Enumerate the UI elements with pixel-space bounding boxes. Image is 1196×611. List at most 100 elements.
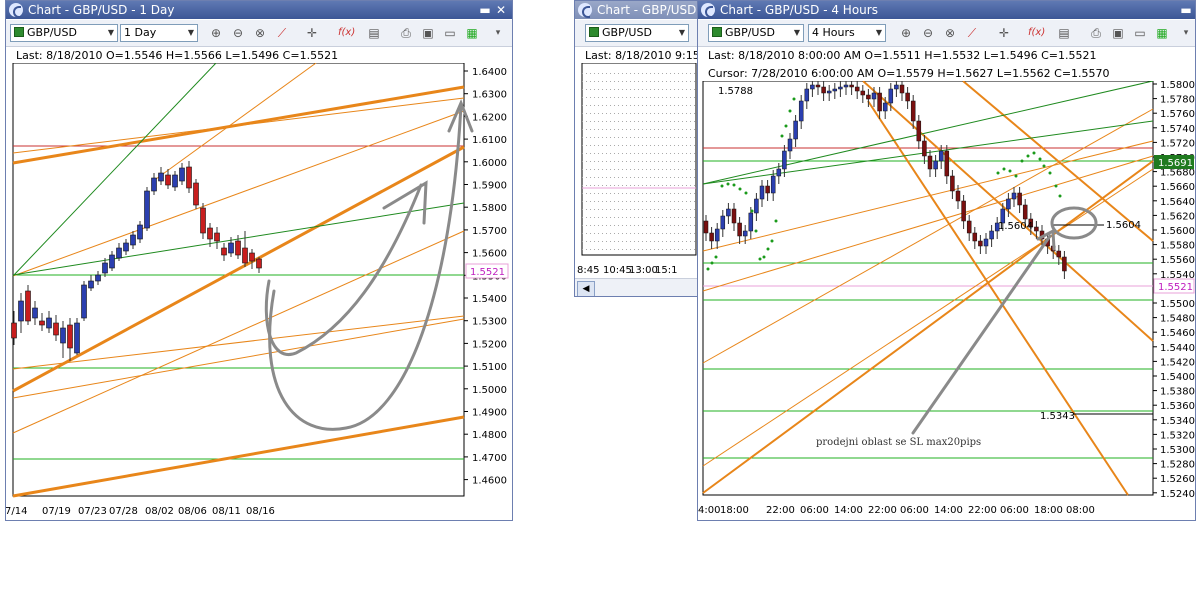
print-icon[interactable]: ⎙ [398,26,414,40]
grid-dot [658,201,659,202]
grid-dot [606,249,607,250]
window-titlebar[interactable]: Chart - GBP/USD [575,1,697,19]
y-tick-label: 1.5440 [1160,343,1195,354]
timeframe-select[interactable]: 1 Day ▼ [120,24,198,42]
grid-dot [614,81,615,82]
x-tick-label: 10:45 [603,265,632,276]
scroll-left-icon[interactable]: ◀ [577,281,595,296]
grid-dot [582,201,583,202]
grid-dot [694,121,695,122]
timeframe-select[interactable]: 4 Hours ▼ [808,24,886,42]
grid-dot [626,209,627,210]
crosshair-icon[interactable]: ✛ [304,26,320,40]
grid-dot [682,97,683,98]
grid-dot [686,129,687,130]
line-tool-icon[interactable]: ⟋ [274,26,290,40]
chart-window-4h[interactable]: Chart - GBP/USD - 4 Hours ▬ GBP/USD ▼ 4 H… [697,0,1196,521]
zoom-fit-icon[interactable]: ⊗ [252,26,268,40]
grid-dot [598,193,599,194]
sar-dot [1048,171,1052,175]
grid-dot [666,129,667,130]
grid-dot [650,161,651,162]
crosshair-icon[interactable]: ✛ [996,26,1012,40]
candle-body [137,224,143,240]
document-icon[interactable]: ▭ [1132,26,1148,40]
sar-dot [1026,154,1030,158]
price-chart-tick[interactable]: 8:45 10:45 13:00 15:1 [575,63,697,277]
sar-dot [996,171,1000,175]
y-tick-label: 1.5900 [472,181,507,192]
export-icon[interactable]: ▦ [464,26,480,40]
grid-dot [670,169,671,170]
sar-dot [1042,164,1046,168]
grid-dot [614,121,615,122]
grid-dot [682,217,683,218]
window-titlebar[interactable]: Chart - GBP/USD - 4 Hours ▬ [698,1,1195,19]
window-titlebar[interactable]: Chart - GBP/USD - 1 Day ▬ ✕ [6,1,512,19]
export-icon[interactable]: ▦ [1154,26,1170,40]
chart-window-daily[interactable]: Chart - GBP/USD - 1 Day ▬ ✕ GBP/USD ▼ 1 D… [5,0,513,521]
grid-dot [626,169,627,170]
symbol-select[interactable]: GBP/USD ▼ [708,24,804,42]
grid-dot [670,105,671,106]
document-icon[interactable]: ▭ [442,26,458,40]
more-options-icon[interactable]: ▾ [490,26,506,40]
grid-dot [670,185,671,186]
zoom-in-icon[interactable]: ⊕ [898,26,914,40]
indicator-icon[interactable]: f(x) [1028,26,1045,40]
zoom-out-icon[interactable]: ⊖ [920,26,936,40]
zoom-in-icon[interactable]: ⊕ [208,26,224,40]
more-options-icon[interactable]: ▾ [1178,26,1194,40]
grid-dot [586,177,587,178]
y-tick-label: 1.5680 [1160,168,1195,179]
chart-window-tick[interactable]: Chart - GBP/USD GBP/USD ▼ Last: 8/18/2010… [574,0,698,297]
minimize-icon[interactable]: ▬ [1179,3,1193,17]
y-tick-label: 1.5740 [1160,124,1195,135]
grid-dot [586,185,587,186]
grid-dot [654,209,655,210]
grid-dot [686,89,687,90]
grid-dot [658,217,659,218]
grid-dot [682,105,683,106]
candle-body [989,230,994,240]
candle-body [983,238,989,247]
candle-body [804,88,810,102]
print-icon[interactable]: ⎙ [1088,26,1104,40]
close-icon[interactable]: ✕ [494,3,508,17]
grid-dot [674,209,675,210]
grid-dot [670,153,671,154]
grid-dot [694,241,695,242]
candle-body [116,247,122,259]
ohlc-info: Last: 8/18/2010 9:15: [585,49,698,62]
symbol-select[interactable]: GBP/USD ▼ [10,24,118,42]
grid-dot [674,161,675,162]
candle-body [726,208,731,217]
grid-dot [638,137,639,138]
zoom-fit-icon[interactable]: ⊗ [942,26,958,40]
minimize-icon[interactable]: ▬ [478,3,492,17]
chart-type-icon[interactable]: ▤ [1056,26,1072,40]
price-chart-4h[interactable]: 1.58001.57801.57601.57401.57201.57001.56… [698,81,1195,519]
horizontal-scrollbar[interactable]: ◀ [575,278,697,296]
chart-type-icon[interactable]: ▤ [366,26,382,40]
price-chart-daily[interactable]: 1.6400 1.6300 1.6200 1.6100 1.6000 1.5900 1.58… [6,63,512,519]
grid-dot [658,249,659,250]
grid-dot [646,81,647,82]
grid-dot [646,249,647,250]
save-icon[interactable]: ▣ [420,26,436,40]
symbol-select[interactable]: GBP/USD ▼ [585,24,689,42]
indicator-icon[interactable]: f(x) [338,26,355,40]
grid-dot [690,177,691,178]
x-tick-label: 22:00 [766,505,795,516]
grid-dot [634,113,635,114]
grid-dot [582,233,583,234]
zoom-out-icon[interactable]: ⊖ [230,26,246,40]
grid-dot [590,209,591,210]
grid-dot [646,97,647,98]
grid-dot [622,145,623,146]
line-tool-icon[interactable]: ⟋ [964,26,980,40]
candle-body [214,232,220,242]
grid-dot [610,217,611,218]
grid-dot [638,185,639,186]
save-icon[interactable]: ▣ [1110,26,1126,40]
